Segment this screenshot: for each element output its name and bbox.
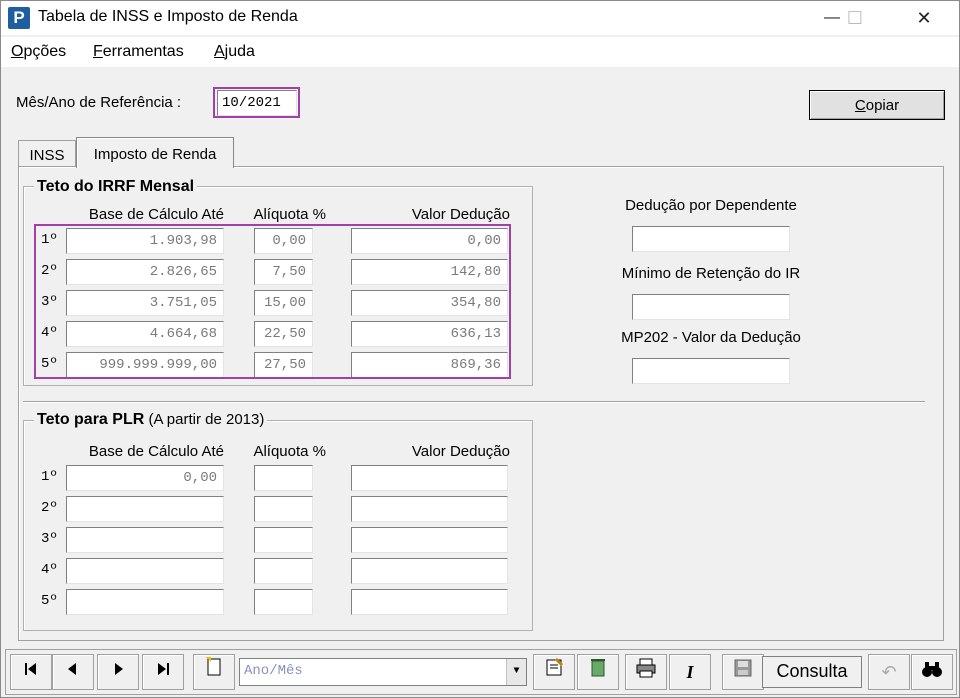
plr-deducao-field[interactable]: [351, 465, 508, 491]
undo-icon[interactable]: ↶: [868, 654, 910, 690]
irrf-header-deducao: Valor Dedução: [411, 206, 510, 223]
mode-status: Consulta: [762, 656, 862, 688]
irrf-rows-highlight: [34, 224, 511, 379]
irrf-header-aliquota: Alíquota %: [253, 206, 326, 223]
period-combo-placeholder: Ano/Mês: [244, 663, 303, 679]
close-button[interactable]: ✕: [901, 1, 947, 35]
plr-aliquota-field[interactable]: [254, 558, 313, 584]
plr-row-label: 2º: [41, 500, 58, 516]
title-bar: P Tabela de INSS e Imposto de Renda — ☐ …: [1, 1, 959, 35]
tab-imposto-de-renda[interactable]: Imposto de Renda: [76, 137, 234, 168]
menu-ajuda[interactable]: Ajuda: [214, 43, 255, 61]
plr-aliquota-field[interactable]: [254, 496, 313, 522]
section-separator: [23, 401, 925, 403]
menu-opcoes[interactable]: Opções: [11, 43, 66, 61]
menu-bar: Opções Ferramentas Ajuda: [1, 37, 959, 67]
last-record-icon[interactable]: [142, 654, 184, 690]
chevron-down-icon[interactable]: ▼: [506, 659, 526, 685]
next-record-icon[interactable]: [97, 654, 139, 690]
plr-deducao-field[interactable]: [351, 589, 508, 615]
reference-label: Mês/Ano de Referência :: [16, 94, 182, 111]
binoculars-search-icon[interactable]: [911, 654, 953, 690]
irrf-group-title: Teto do IRRF Mensal: [34, 178, 198, 196]
copy-button[interactable]: Copiar: [809, 90, 945, 120]
plr-deducao-field[interactable]: [351, 558, 508, 584]
plr-group-title: Teto para PLR (A partir de 2013): [34, 411, 268, 429]
plr-row-label: 5º: [41, 593, 58, 609]
plr-row-label: 1º: [41, 469, 58, 485]
plr-header-aliquota: Alíquota %: [253, 443, 326, 460]
irrf-header-base: Base de Cálculo Até: [88, 206, 224, 223]
plr-deducao-field[interactable]: [351, 527, 508, 553]
bottom-toolbar: Ano/Mês ▼ I Consulta ↶: [5, 649, 957, 695]
dependente-label: Dedução por Dependente: [625, 197, 797, 214]
minimo-retencao-label: Mínimo de Retenção do IR: [621, 265, 801, 282]
edit-document-icon[interactable]: [533, 654, 575, 690]
italic-icon[interactable]: I: [669, 654, 711, 690]
plr-aliquota-field[interactable]: [254, 465, 313, 491]
maximize-button[interactable]: ☐: [832, 1, 878, 35]
period-combo[interactable]: Ano/Mês ▼: [239, 658, 527, 686]
plr-aliquota-field[interactable]: [254, 589, 313, 615]
printer-icon[interactable]: [625, 654, 667, 690]
mp202-field[interactable]: [632, 358, 790, 384]
recycle-delete-icon[interactable]: [577, 654, 619, 690]
plr-header-deducao: Valor Dedução: [411, 443, 510, 460]
plr-row-label: 3º: [41, 531, 58, 547]
minimo-retencao-field[interactable]: [632, 294, 790, 320]
new-document-icon[interactable]: [193, 654, 235, 690]
plr-deducao-field[interactable]: [351, 496, 508, 522]
plr-base-field[interactable]: [66, 496, 224, 522]
plr-header-base: Base de Cálculo Até: [88, 443, 224, 460]
previous-record-icon[interactable]: [52, 654, 94, 690]
app-logo-icon: P: [8, 7, 30, 29]
plr-row-label: 4º: [41, 562, 58, 578]
plr-base-field[interactable]: [66, 589, 224, 615]
plr-base-field[interactable]: [66, 527, 224, 553]
dependente-field[interactable]: [632, 226, 790, 252]
save-icon[interactable]: [722, 654, 764, 690]
first-record-icon[interactable]: [10, 654, 52, 690]
plr-aliquota-field[interactable]: [254, 527, 313, 553]
plr-base-field[interactable]: 0,00: [66, 465, 224, 491]
mp202-label: MP202 - Valor da Dedução: [621, 329, 801, 346]
tab-inss[interactable]: INSS: [18, 140, 76, 168]
main-window: P Tabela de INSS e Imposto de Renda — ☐ …: [0, 0, 960, 698]
window-title: Tabela de INSS e Imposto de Renda: [38, 8, 298, 25]
menu-ferramentas[interactable]: Ferramentas: [93, 43, 184, 61]
plr-base-field[interactable]: [66, 558, 224, 584]
reference-highlight: [213, 87, 300, 118]
